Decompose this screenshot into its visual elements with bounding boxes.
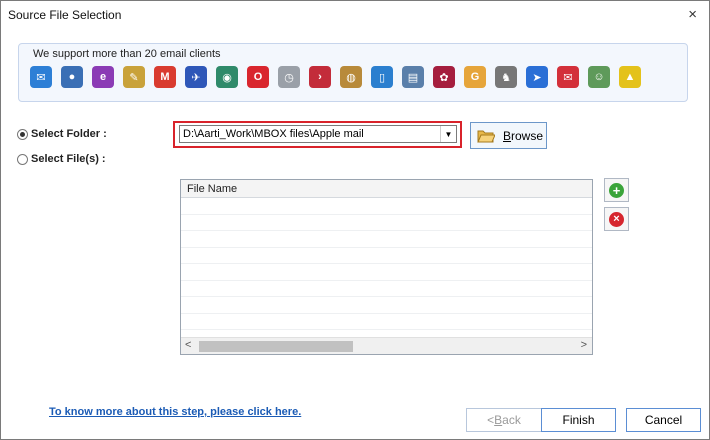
- client-icons-row: ✉ ● e ✎ M ✈ ◉ O ◷ › ◍ ▯ ▤ ✿ G ♞ ➤ ✉ ☺ ▲: [30, 66, 641, 94]
- dialog-title: Source File Selection: [8, 8, 122, 22]
- title-bar: Source File Selection ×: [1, 1, 709, 29]
- gnu-icon: ♞: [495, 66, 517, 88]
- supported-clients-panel: We support more than 20 email clients ✉ ●…: [18, 43, 688, 102]
- table-row[interactable]: [181, 264, 592, 281]
- opera-icon: O: [247, 66, 269, 88]
- chevron-down-icon[interactable]: ▼: [440, 126, 456, 142]
- folder-path-value: D:\Aarti_Work\MBOX files\Apple mail: [183, 128, 364, 140]
- back-button[interactable]: < Back: [466, 408, 542, 432]
- phone-icon: ▯: [371, 66, 393, 88]
- browse-label: Browse: [503, 128, 544, 143]
- envelope-red-icon: ✉: [557, 66, 579, 88]
- close-icon[interactable]: ×: [688, 6, 697, 23]
- eudora-icon: e: [92, 66, 114, 88]
- browse-button[interactable]: Browse: [470, 122, 547, 149]
- finish-button[interactable]: Finish: [541, 408, 616, 432]
- table-row[interactable]: [181, 314, 592, 330]
- remove-icon: ×: [609, 211, 624, 227]
- remove-file-button[interactable]: ×: [604, 207, 629, 231]
- source-file-selection-dialog: Source File Selection × We support more …: [0, 0, 710, 440]
- table-row[interactable]: [181, 231, 592, 248]
- globe-icon: ◍: [340, 66, 362, 88]
- clients-label: We support more than 20 email clients: [33, 48, 221, 60]
- postbox-icon: ✈: [185, 66, 207, 88]
- add-file-button[interactable]: +: [604, 178, 629, 202]
- horizontal-scrollbar[interactable]: < >: [181, 337, 592, 354]
- arrow-circle-icon: ›: [309, 66, 331, 88]
- table-row[interactable]: [181, 215, 592, 231]
- grapes-icon: ✿: [433, 66, 455, 88]
- mascot-icon: ☺: [588, 66, 610, 88]
- select-folder-radio[interactable]: [17, 129, 28, 140]
- scroll-thumb[interactable]: [199, 341, 353, 352]
- file-list-grid[interactable]: File Name < >: [180, 179, 593, 355]
- plus-icon: +: [609, 182, 624, 198]
- help-link[interactable]: To know more about this step, please cli…: [49, 406, 301, 418]
- column-header-file-name[interactable]: File Name: [181, 180, 592, 198]
- pegasus-icon: ✎: [123, 66, 145, 88]
- clock-mail-icon: ◷: [278, 66, 300, 88]
- seamonkey-icon: ◉: [216, 66, 238, 88]
- scroll-right-icon[interactable]: >: [581, 339, 587, 351]
- grid-rows: [181, 198, 592, 347]
- mail-stack-icon: ▤: [402, 66, 424, 88]
- table-row[interactable]: [181, 297, 592, 314]
- thunderbird-icon: ●: [61, 66, 83, 88]
- table-row[interactable]: [181, 248, 592, 264]
- select-files-radio[interactable]: [17, 154, 28, 165]
- scroll-left-icon[interactable]: <: [185, 339, 191, 351]
- send-icon: ➤: [526, 66, 548, 88]
- folder-open-icon: [477, 130, 495, 143]
- mail-icon: ✉: [30, 66, 52, 88]
- select-folder-label: Select Folder :: [31, 128, 107, 140]
- gmail-icon: M: [154, 66, 176, 88]
- cancel-button[interactable]: Cancel: [626, 408, 701, 432]
- folder-path-combobox[interactable]: D:\Aarti_Work\MBOX files\Apple mail ▼: [179, 125, 457, 143]
- bat-icon: ▲: [619, 66, 641, 88]
- g-icon: G: [464, 66, 486, 88]
- table-row[interactable]: [181, 198, 592, 215]
- table-row[interactable]: [181, 281, 592, 297]
- select-files-label: Select File(s) :: [31, 153, 106, 165]
